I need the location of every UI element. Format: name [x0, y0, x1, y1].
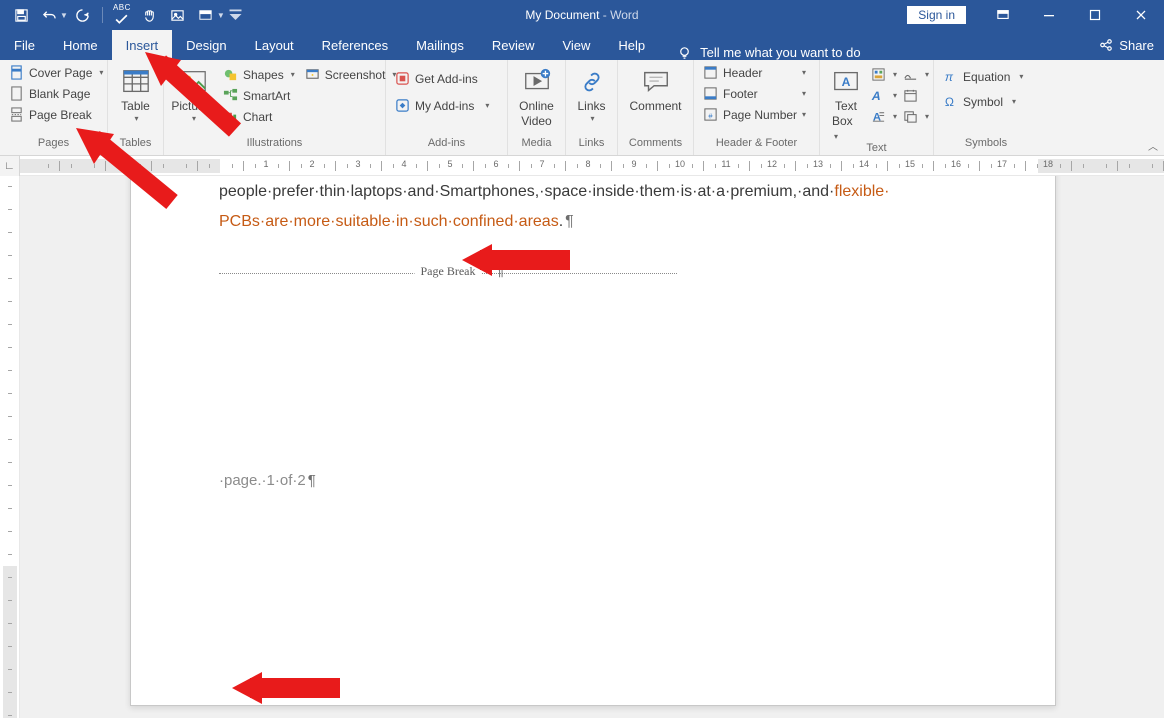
tab-file[interactable]: File — [0, 30, 49, 60]
maximize-icon[interactable] — [1072, 0, 1118, 30]
wordart-button[interactable]: A▾ — [870, 87, 898, 104]
svg-text:Ω: Ω — [945, 95, 954, 109]
smartart-button[interactable]: SmartArt — [220, 87, 298, 104]
tellme-bulb-icon — [677, 45, 692, 60]
footer-button[interactable]: Footer▾ — [700, 85, 809, 102]
group-label-tables: Tables — [114, 137, 157, 155]
group-comments: Comment Comments — [618, 60, 694, 155]
text-box-button[interactable]: A Text Box ▾ — [826, 64, 866, 142]
cover-page-button[interactable]: Cover Page▾ — [6, 64, 106, 81]
tab-layout[interactable]: Layout — [241, 30, 308, 60]
page-1[interactable]: people·prefer·thin·laptops·and·Smartphon… — [130, 176, 1056, 706]
tab-view[interactable]: View — [548, 30, 604, 60]
title-bar: ▼ ABC ▼ My Document - Word Sign in — [0, 0, 1164, 30]
sign-in-button[interactable]: Sign in — [907, 6, 966, 24]
redo-icon[interactable] — [70, 3, 96, 27]
close-icon[interactable] — [1118, 0, 1164, 30]
tab-selector-icon[interactable]: ∟ — [0, 156, 20, 176]
page-number-button[interactable]: # Page Number▾ — [700, 106, 809, 123]
group-text: A Text Box ▾ ▾ A▾ A▾ ▾ — [820, 60, 934, 155]
quick-parts-button[interactable]: ▾ — [870, 66, 898, 83]
tab-home[interactable]: Home — [49, 30, 112, 60]
header-button[interactable]: Header▾ — [700, 64, 809, 81]
share-button[interactable]: Share — [1099, 30, 1154, 60]
date-time-button[interactable] — [902, 87, 930, 104]
body-text-link2: PCBs·are·more·suitable·in·such·confined·… — [219, 213, 559, 230]
svg-text:A: A — [842, 75, 851, 89]
my-addins-button[interactable]: My Add-ins▾ — [392, 97, 492, 114]
chart-button[interactable]: Chart — [220, 108, 298, 125]
window-title: My Document - Word — [525, 8, 638, 22]
share-label: Share — [1119, 38, 1154, 53]
group-label-illustrations: Illustrations — [170, 137, 379, 155]
pilcrow-icon: ¶ — [496, 262, 504, 279]
group-header-footer: Header▾ Footer▾ # Page Number▾ Header & … — [694, 60, 820, 155]
tab-insert[interactable]: Insert — [112, 30, 173, 60]
shapes-button[interactable]: Shapes▾ — [220, 66, 298, 83]
pictures-button[interactable]: Pictures▾ — [170, 64, 216, 123]
group-illustrations: Pictures▾ Shapes▾ SmartArt Chart — [164, 60, 386, 155]
group-label-comments: Comments — [624, 137, 687, 155]
qat-customize-icon[interactable] — [227, 3, 245, 27]
picture-qa-icon[interactable] — [165, 3, 191, 27]
group-media: Online Video Media — [508, 60, 566, 155]
tab-design[interactable]: Design — [172, 30, 240, 60]
save-icon[interactable] — [8, 3, 34, 27]
hand-icon[interactable] — [137, 3, 163, 27]
object-button[interactable]: ▾ — [902, 108, 930, 125]
group-label-hf: Header & Footer — [700, 137, 813, 155]
group-label-addins: Add-ins — [392, 137, 501, 155]
svg-text:π: π — [945, 70, 954, 84]
tellme-input[interactable]: Tell me what you want to do — [700, 45, 860, 60]
spelling-icon[interactable]: ABC — [109, 3, 135, 27]
blank-page-button[interactable]: Blank Page — [6, 85, 106, 102]
signature-line-button[interactable]: ▾ — [902, 66, 930, 83]
collapse-ribbon-icon[interactable]: ︿ — [1148, 138, 1158, 153]
horizontal-ruler[interactable]: ∟ 123456789101112131415161718 — [0, 156, 1164, 176]
ribbon-display-icon[interactable] — [980, 0, 1026, 30]
links-button[interactable]: Links▾ — [569, 64, 615, 123]
group-pages: Cover Page▾ Blank Page Page Break Pages — [0, 60, 108, 155]
group-symbols: π Equation▾ Ω Symbol▾ Symbols — [934, 60, 1038, 155]
symbol-button[interactable]: Ω Symbol▾ — [940, 93, 1026, 110]
svg-text:A: A — [871, 89, 882, 103]
footer-text: ·page.·1·of·2 — [219, 472, 306, 489]
get-addins-button[interactable]: Get Add-ins — [392, 70, 492, 87]
pilcrow-icon: ¶ — [565, 213, 574, 230]
vertical-ruler[interactable] — [0, 176, 20, 718]
page-break-label: Page Break — [415, 264, 482, 279]
ribbon-tabs: File Home Insert Design Layout Reference… — [0, 30, 1164, 60]
group-tables: Table▾ Tables — [108, 60, 164, 155]
table-button[interactable]: Table▾ — [113, 64, 159, 123]
window-qa-icon[interactable] — [193, 3, 219, 27]
group-links: Links▾ Links — [566, 60, 618, 155]
body-text-link: flexible· — [834, 183, 889, 200]
page-break-button[interactable]: Page Break — [6, 106, 106, 123]
group-label-media: Media — [514, 137, 559, 155]
group-addins: Get Add-ins My Add-ins▾ Add-ins — [386, 60, 508, 155]
pilcrow-icon: ¶ — [308, 472, 316, 489]
tab-mailings[interactable]: Mailings — [402, 30, 478, 60]
equation-button[interactable]: π Equation▾ — [940, 68, 1026, 85]
document-area[interactable]: people·prefer·thin·laptops·and·Smartphon… — [0, 176, 1164, 718]
group-label-pages: Pages — [6, 137, 101, 155]
ribbon: Cover Page▾ Blank Page Page Break Pages … — [0, 60, 1164, 156]
window-qa-caret-icon[interactable]: ▼ — [217, 11, 225, 20]
group-label-links: Links — [572, 137, 611, 155]
body-text-end: . — [559, 213, 563, 230]
online-video-button[interactable]: Online Video — [514, 64, 560, 128]
tab-help[interactable]: Help — [604, 30, 659, 60]
tab-references[interactable]: References — [308, 30, 402, 60]
minimize-icon[interactable] — [1026, 0, 1072, 30]
tab-review[interactable]: Review — [478, 30, 549, 60]
group-label-symbols: Symbols — [940, 137, 1032, 155]
screenshot-button[interactable]: Screenshot▾ — [302, 66, 400, 83]
undo-caret-icon[interactable]: ▼ — [60, 11, 68, 20]
drop-cap-button[interactable]: A▾ — [870, 108, 898, 125]
svg-text:#: # — [708, 111, 713, 120]
group-label-text: Text — [826, 142, 927, 155]
body-text: people·prefer·thin·laptops·and·Smartphon… — [219, 183, 834, 200]
comment-button[interactable]: Comment — [624, 64, 687, 113]
undo-icon[interactable] — [36, 3, 62, 27]
